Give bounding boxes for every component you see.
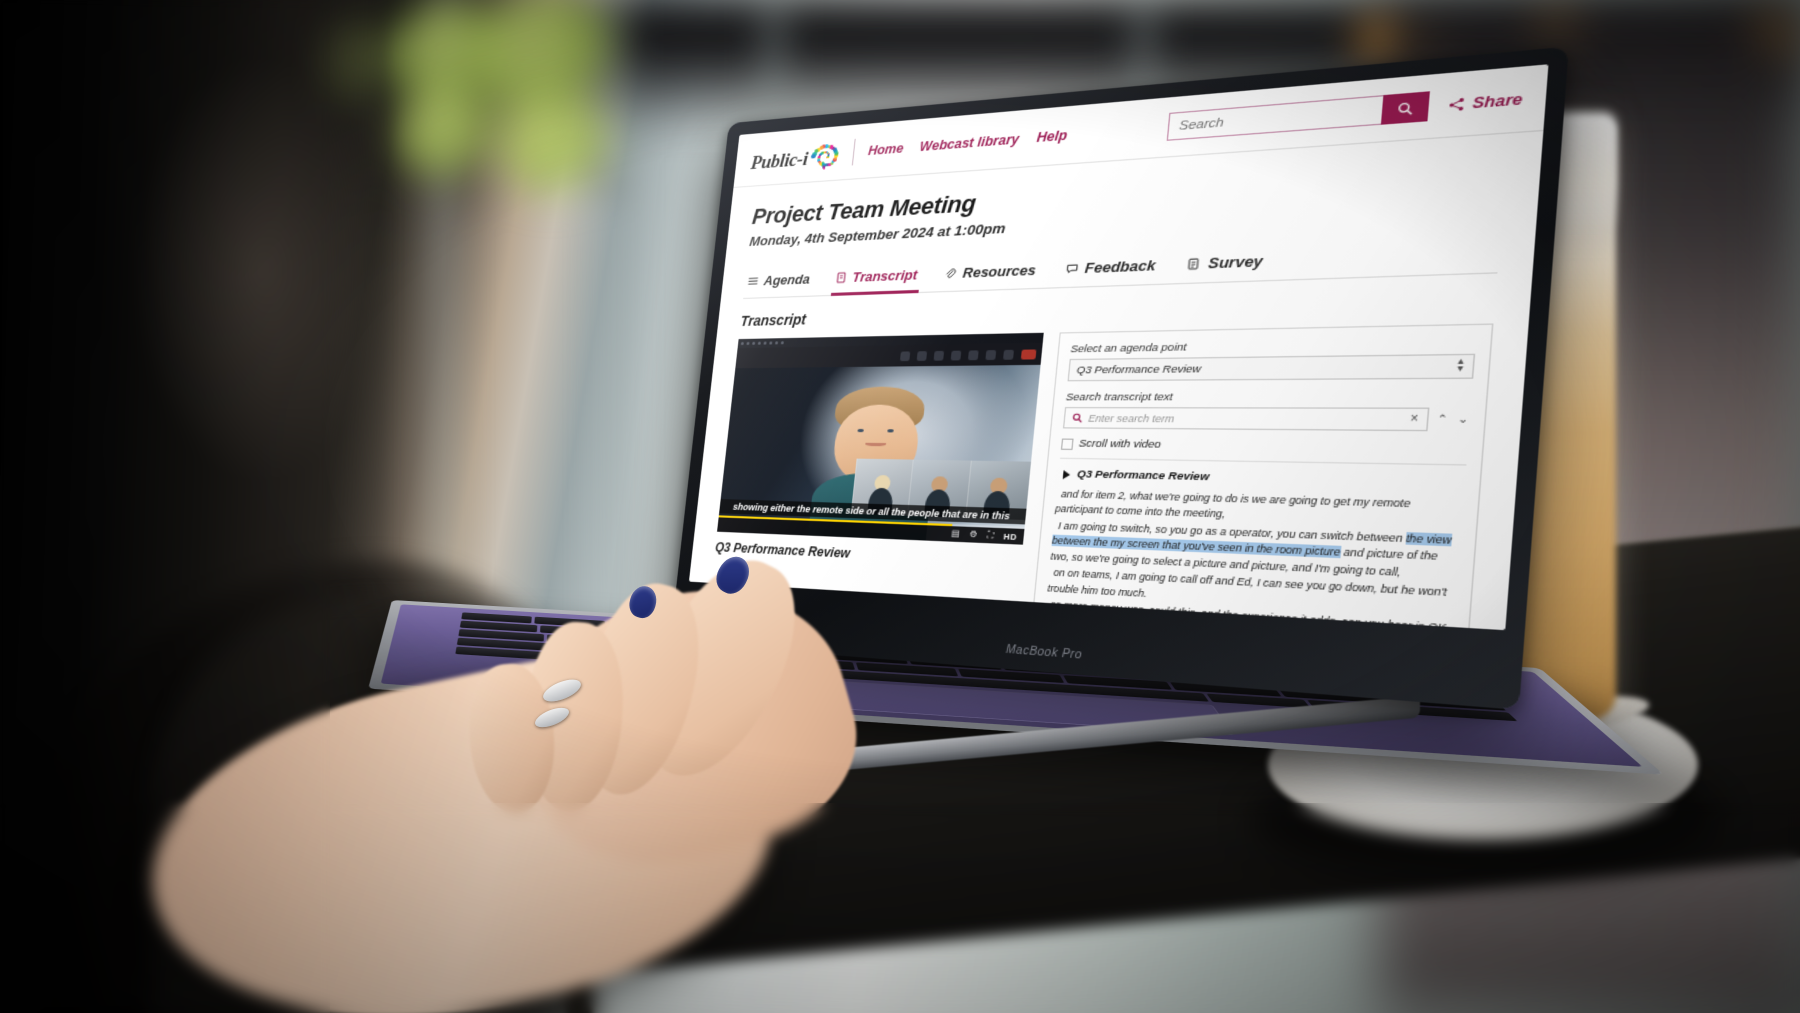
- search-input[interactable]: [1166, 95, 1384, 141]
- logo-swirl-icon: [808, 138, 841, 171]
- logo-text: Public-i: [749, 148, 809, 174]
- nav-help[interactable]: Help: [1036, 127, 1068, 145]
- triangle-right-icon: [1062, 469, 1071, 479]
- chevron-updown-icon: ▲ ▼: [1454, 357, 1467, 374]
- public-i-logo[interactable]: Public-i: [750, 138, 841, 175]
- agenda-select-value: Q3 Performance Review: [1076, 362, 1202, 377]
- speech-bubble-icon: [1065, 262, 1079, 275]
- fullscreen-icon[interactable]: ⛶: [987, 530, 994, 540]
- user-hand: [122, 539, 970, 1013]
- agenda-select-label: Select an agenda point: [1070, 341, 1188, 356]
- nav-divider: [851, 138, 856, 165]
- nav-webcast-library[interactable]: Webcast library: [919, 131, 1020, 154]
- tab-resources-label: Resources: [962, 261, 1037, 281]
- transcript-search-label: Search transcript text: [1065, 391, 1174, 404]
- search-icon: [1397, 100, 1415, 116]
- tab-bar: Agenda Transcript Resources Feedback Sur…: [743, 236, 1501, 299]
- hd-quality-label[interactable]: HD: [1003, 531, 1017, 542]
- laptop: Public-i Home Webcast library Help Searc…: [0, 0, 1800, 1013]
- tab-transcript-label: Transcript: [851, 266, 919, 285]
- scroll-with-video-label: Scroll with video: [1078, 437, 1162, 452]
- nav-home[interactable]: Home: [867, 140, 904, 157]
- video-player[interactable]: showing either the remote side or all th…: [717, 332, 1044, 545]
- agenda-point-heading[interactable]: Q3 Performance Review: [1062, 468, 1466, 490]
- tab-survey-label: Survey: [1207, 252, 1264, 272]
- share-label: Share: [1471, 90, 1524, 112]
- list-icon: [747, 275, 759, 286]
- site-search: [1166, 91, 1431, 141]
- search-next-icon[interactable]: ⌄: [1456, 413, 1471, 427]
- transcript-search-row: Enter search term × ⌃ ⌄: [1062, 407, 1471, 432]
- tab-resources[interactable]: Resources: [940, 256, 1041, 292]
- agenda-point-heading-label: Q3 Performance Review: [1076, 468, 1210, 484]
- clear-search-icon[interactable]: ×: [1410, 413, 1419, 427]
- transcript-text: and for item 2, what we're going to do i…: [1037, 487, 1464, 630]
- transcript-search-input[interactable]: Enter search term ×: [1062, 407, 1430, 432]
- speaker-mouth: [865, 442, 886, 447]
- gear-icon[interactable]: ⚙: [969, 529, 978, 539]
- share-icon: [1449, 97, 1465, 111]
- tab-transcript[interactable]: Transcript: [830, 261, 922, 296]
- section-heading: Transcript: [739, 311, 807, 330]
- clipboard-icon: [1187, 257, 1202, 270]
- search-icon: [1072, 413, 1083, 423]
- speaker-eye: [886, 429, 894, 433]
- tab-feedback[interactable]: Feedback: [1060, 251, 1161, 288]
- tab-agenda[interactable]: Agenda: [743, 266, 814, 299]
- search-prev-icon[interactable]: ⌃: [1435, 413, 1450, 427]
- document-icon: [835, 272, 847, 284]
- transcript-controls-panel: Select an agenda point Q3 Performance Re…: [1023, 323, 1494, 631]
- scroll-with-video-row[interactable]: Scroll with video: [1060, 437, 1469, 466]
- paperclip-icon: [944, 267, 957, 279]
- agenda-select-wrap: Q3 Performance Review ▲ ▼: [1067, 353, 1476, 382]
- speaker-eye: [856, 429, 864, 433]
- tab-agenda-label: Agenda: [763, 271, 811, 289]
- page-body: Project Team Meeting Monday, 4th Septemb…: [688, 131, 1544, 631]
- tab-feedback-label: Feedback: [1084, 256, 1157, 277]
- scroll-with-video-checkbox[interactable]: [1060, 437, 1074, 450]
- search-button[interactable]: [1381, 91, 1431, 125]
- header-right: Share: [1166, 83, 1524, 141]
- transcript-line: with Sebastian, I just wanted the openin…: [1042, 630, 1451, 631]
- captions-icon[interactable]: ▤: [951, 528, 960, 538]
- tab-survey[interactable]: Survey: [1182, 246, 1268, 284]
- screen: Public-i Home Webcast library Help Searc…: [688, 64, 1549, 631]
- agenda-select[interactable]: Q3 Performance Review: [1067, 353, 1476, 382]
- transcript-search-placeholder: Enter search term: [1087, 412, 1175, 425]
- video-stage: showing either the remote side or all th…: [717, 364, 1041, 545]
- share-button[interactable]: Share: [1448, 90, 1523, 113]
- main-nav: Home Webcast library Help: [867, 127, 1068, 157]
